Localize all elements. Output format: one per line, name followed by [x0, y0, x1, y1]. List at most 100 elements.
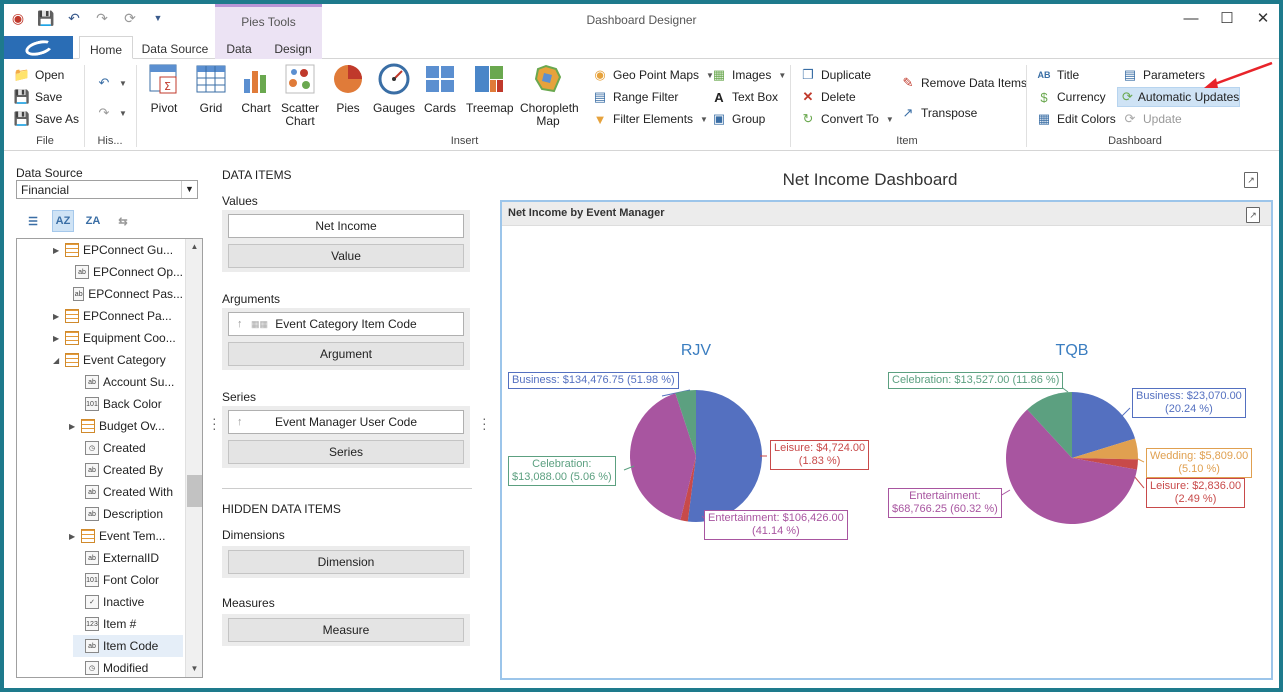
pies-button[interactable]: Pies — [326, 63, 370, 115]
measure-placeholder[interactable]: Measure — [228, 618, 464, 642]
treemap-button[interactable]: Treemap — [466, 63, 514, 115]
tree-node[interactable]: ab Item Code — [73, 635, 183, 657]
scroll-up-icon[interactable]: ▲ — [186, 239, 202, 255]
argument-placeholder[interactable]: Argument — [228, 342, 464, 366]
save-icon[interactable]: 💾 — [37, 10, 54, 26]
maximize-icon[interactable]: ☐ — [1219, 10, 1235, 28]
series-item[interactable]: ↑ Event Manager User Code — [228, 410, 464, 434]
item-export-icon[interactable]: ↗ — [1246, 207, 1260, 223]
tab-data[interactable]: Data — [218, 36, 260, 59]
drag-handle-icon[interactable]: · · · — [482, 411, 487, 435]
tab-design[interactable]: Design — [268, 36, 318, 59]
scroll-thumb[interactable] — [187, 475, 202, 507]
save-button[interactable]: 💾 Save — [14, 87, 62, 107]
tree-node[interactable]: ▶ Event Tem... — [69, 525, 183, 547]
undo-icon[interactable]: ↶ — [66, 10, 82, 26]
tree-node[interactable]: ab ExternalID — [73, 547, 183, 569]
currency-button[interactable]: $ Currency — [1036, 87, 1105, 107]
tree-node[interactable]: ◢ Event Category — [53, 349, 183, 371]
convert-to-button[interactable]: ↻ Convert To ▼ — [800, 109, 894, 129]
tree-node-label: Budget Ov... — [99, 419, 165, 433]
range-filter-button[interactable]: ▤ Range Filter — [592, 87, 679, 107]
tree-scrollbar[interactable]: ▲ ▼ — [185, 239, 202, 677]
expand-arrow-icon[interactable]: ▶ — [53, 312, 61, 321]
expand-arrow-icon[interactable]: ▶ — [69, 532, 77, 541]
tree-node[interactable]: 123 Item # — [73, 613, 183, 635]
tree-node[interactable]: ab Created By — [73, 459, 183, 481]
expand-arrow-icon[interactable]: ▶ — [53, 334, 61, 343]
tree-node[interactable]: ▶ EPConnect Gu... — [53, 239, 183, 261]
group-by-type-icon[interactable]: ☰ — [22, 210, 44, 232]
tree-node[interactable]: ▶ EPConnect Pa... — [53, 305, 183, 327]
label-leader-line — [1121, 407, 1131, 417]
cards-button[interactable]: Cards — [420, 63, 460, 115]
pivot-button[interactable]: Σ Pivot — [144, 63, 184, 115]
tree-node[interactable]: ▶ Budget Ov... — [69, 415, 183, 437]
redo-button[interactable]: ↷ ▼ — [96, 103, 127, 123]
sort-ascending-icon[interactable]: AZ — [52, 210, 74, 232]
pie-item[interactable]: Net Income by Event Manager ↗ RJV Busines… — [500, 200, 1273, 680]
update-button[interactable]: ⟳ Update — [1122, 109, 1182, 129]
sort-arrow-icon[interactable]: ↑ — [237, 411, 243, 433]
argument-item[interactable]: ↑ ▦▦ Event Category Item Code — [228, 312, 464, 336]
geo-point-maps-button[interactable]: ◉ Geo Point Maps ▼ — [592, 65, 714, 85]
tree-node[interactable]: ◷ Created — [73, 437, 183, 459]
sort-arrow-icon[interactable]: ↑ — [237, 313, 243, 335]
title-button[interactable]: AB Title — [1036, 65, 1080, 85]
undo-button[interactable]: ↶ ▼ — [96, 73, 127, 93]
sort-descending-icon[interactable]: ZA — [82, 210, 104, 232]
group-button[interactable]: ▣ Group — [711, 109, 766, 129]
refresh-fields-icon[interactable]: ⇆ — [112, 210, 134, 232]
refresh-icon[interactable]: ⟳ — [122, 10, 138, 26]
parameters-button[interactable]: ▤ Parameters — [1122, 65, 1205, 85]
expand-arrow-icon[interactable]: ▶ — [69, 422, 77, 431]
choropleth-map-button[interactable]: Choropleth Map — [520, 63, 579, 128]
tree-node[interactable]: ✓ Inactive — [73, 591, 183, 613]
scroll-down-icon[interactable]: ▼ — [186, 661, 202, 677]
tree-node[interactable]: ab Created With — [73, 481, 183, 503]
chevron-down-icon[interactable]: ▼ — [181, 181, 197, 198]
tab-home[interactable]: Home — [79, 36, 133, 59]
tree-node[interactable]: 101 Back Color — [73, 393, 183, 415]
tree-node[interactable]: ab Description — [73, 503, 183, 525]
dimension-placeholder[interactable]: Dimension — [228, 550, 464, 574]
redo-icon: ↷ — [98, 105, 110, 120]
save-as-button[interactable]: 💾 Save As — [14, 109, 79, 129]
tree-node[interactable]: ◷ Modified — [73, 657, 183, 677]
tree-node[interactable]: 101 Font Color — [73, 569, 183, 591]
file-tab[interactable] — [4, 36, 73, 59]
text-box-button[interactable]: A Text Box — [711, 87, 778, 107]
expand-arrow-icon[interactable]: ◢ — [53, 356, 61, 365]
export-icon[interactable]: ↗ — [1244, 172, 1258, 188]
expand-arrow-icon[interactable]: ▶ — [53, 246, 61, 255]
tree-node[interactable]: ab EPConnect Op... — [63, 261, 183, 283]
filter-elements-button[interactable]: ▼ Filter Elements ▼ — [592, 109, 708, 129]
chart-button[interactable]: Chart — [236, 63, 276, 115]
grid-button[interactable]: Grid — [191, 63, 231, 115]
tree-node[interactable]: ab Account Su... — [73, 371, 183, 393]
app-icon[interactable]: ◉ — [10, 10, 26, 26]
images-button[interactable]: ▦ Images ▼ — [711, 65, 786, 85]
open-button[interactable]: 📁 Open — [14, 65, 64, 85]
tree-node[interactable]: ▶ Equipment Coo... — [53, 327, 183, 349]
close-icon[interactable]: ✕ — [1255, 10, 1271, 28]
delete-button[interactable]: ✕ Delete — [800, 87, 856, 107]
tab-data-source[interactable]: Data Source — [137, 36, 213, 59]
series-placeholder[interactable]: Series — [228, 440, 464, 464]
tree-node[interactable]: ab EPConnect Pas... — [63, 283, 183, 305]
edit-colors-button[interactable]: ▦ Edit Colors — [1036, 109, 1116, 129]
net-income-item[interactable]: Net Income — [228, 214, 464, 238]
transpose-button[interactable]: ↗ Transpose — [900, 103, 978, 123]
scatter-chart-button[interactable]: Scatter Chart — [278, 63, 322, 128]
customize-qat-icon[interactable]: ▼ — [150, 10, 166, 26]
data-source-select[interactable]: Financial ▼ — [16, 180, 198, 199]
duplicate-button[interactable]: ❐ Duplicate — [800, 65, 871, 85]
redo-icon[interactable]: ↷ — [94, 10, 110, 26]
grid-label: Grid — [199, 101, 223, 115]
drag-handle-icon[interactable]: · · · — [212, 411, 217, 435]
remove-data-items-button[interactable]: ✎ Remove Data Items — [900, 73, 1028, 93]
value-placeholder[interactable]: Value — [228, 244, 464, 268]
gauges-button[interactable]: Gauges — [372, 63, 416, 115]
pie-slice-business[interactable] — [687, 390, 762, 522]
minimize-icon[interactable]: — — [1183, 10, 1199, 28]
